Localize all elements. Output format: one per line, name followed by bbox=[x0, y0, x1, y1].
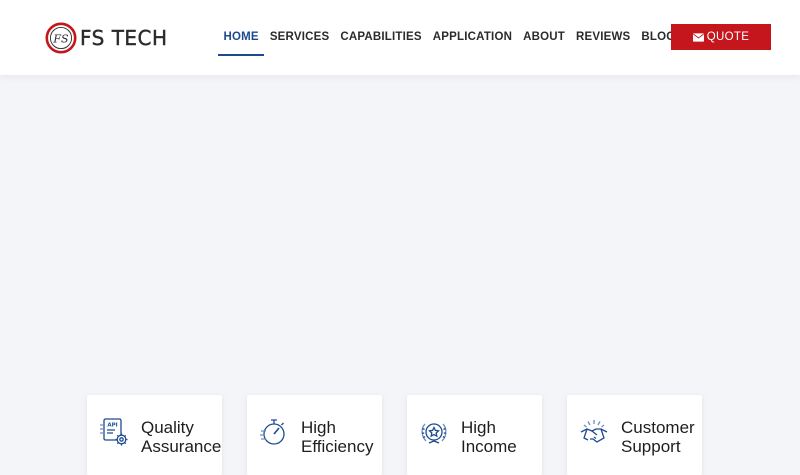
feature-card-title: Quality Assurance bbox=[141, 418, 222, 456]
svg-text:FS: FS bbox=[52, 33, 69, 46]
fs-logo-icon: FS bbox=[45, 22, 77, 54]
feature-card-title: High Income bbox=[461, 418, 517, 456]
feature-card-customer-support[interactable]: Customer Support bbox=[567, 395, 702, 475]
nav-item-reviews[interactable]: REVIEWS bbox=[570, 19, 635, 56]
stopwatch-icon bbox=[259, 417, 289, 447]
laurel-star-icon bbox=[419, 417, 449, 447]
api-gear-icon: API bbox=[99, 417, 129, 447]
nav-item-application[interactable]: APPLICATION bbox=[427, 19, 517, 56]
feature-card-high-efficiency[interactable]: High Efficiency bbox=[247, 395, 382, 475]
handshake-icon bbox=[579, 417, 609, 447]
brand-name: FS TECH bbox=[80, 26, 168, 50]
feature-card-quality-assurance[interactable]: API Quality Assurance bbox=[87, 395, 222, 475]
nav-item-home[interactable]: HOME bbox=[218, 19, 265, 56]
svg-text:API: API bbox=[107, 423, 117, 429]
quote-button-label: QUOTE bbox=[706, 31, 750, 43]
hero-banner bbox=[0, 75, 800, 375]
brand-logo[interactable]: FS FS TECH bbox=[45, 22, 168, 54]
nav-item-capabilities[interactable]: CAPABILITIES bbox=[335, 19, 427, 56]
feature-card-high-income[interactable]: High Income bbox=[407, 395, 542, 475]
envelope-icon bbox=[692, 32, 704, 42]
site-header: FS FS TECH HOME SERVICES CAPABILITIES AP… bbox=[0, 0, 800, 75]
feature-card-title: Customer Support bbox=[621, 418, 695, 456]
feature-card-title: High Efficiency bbox=[301, 418, 374, 456]
quote-button[interactable]: QUOTE bbox=[671, 24, 771, 50]
nav-item-services[interactable]: SERVICES bbox=[264, 19, 335, 56]
main-nav: HOME SERVICES CAPABILITIES APPLICATION A… bbox=[218, 19, 681, 56]
nav-item-about[interactable]: ABOUT bbox=[518, 19, 571, 56]
